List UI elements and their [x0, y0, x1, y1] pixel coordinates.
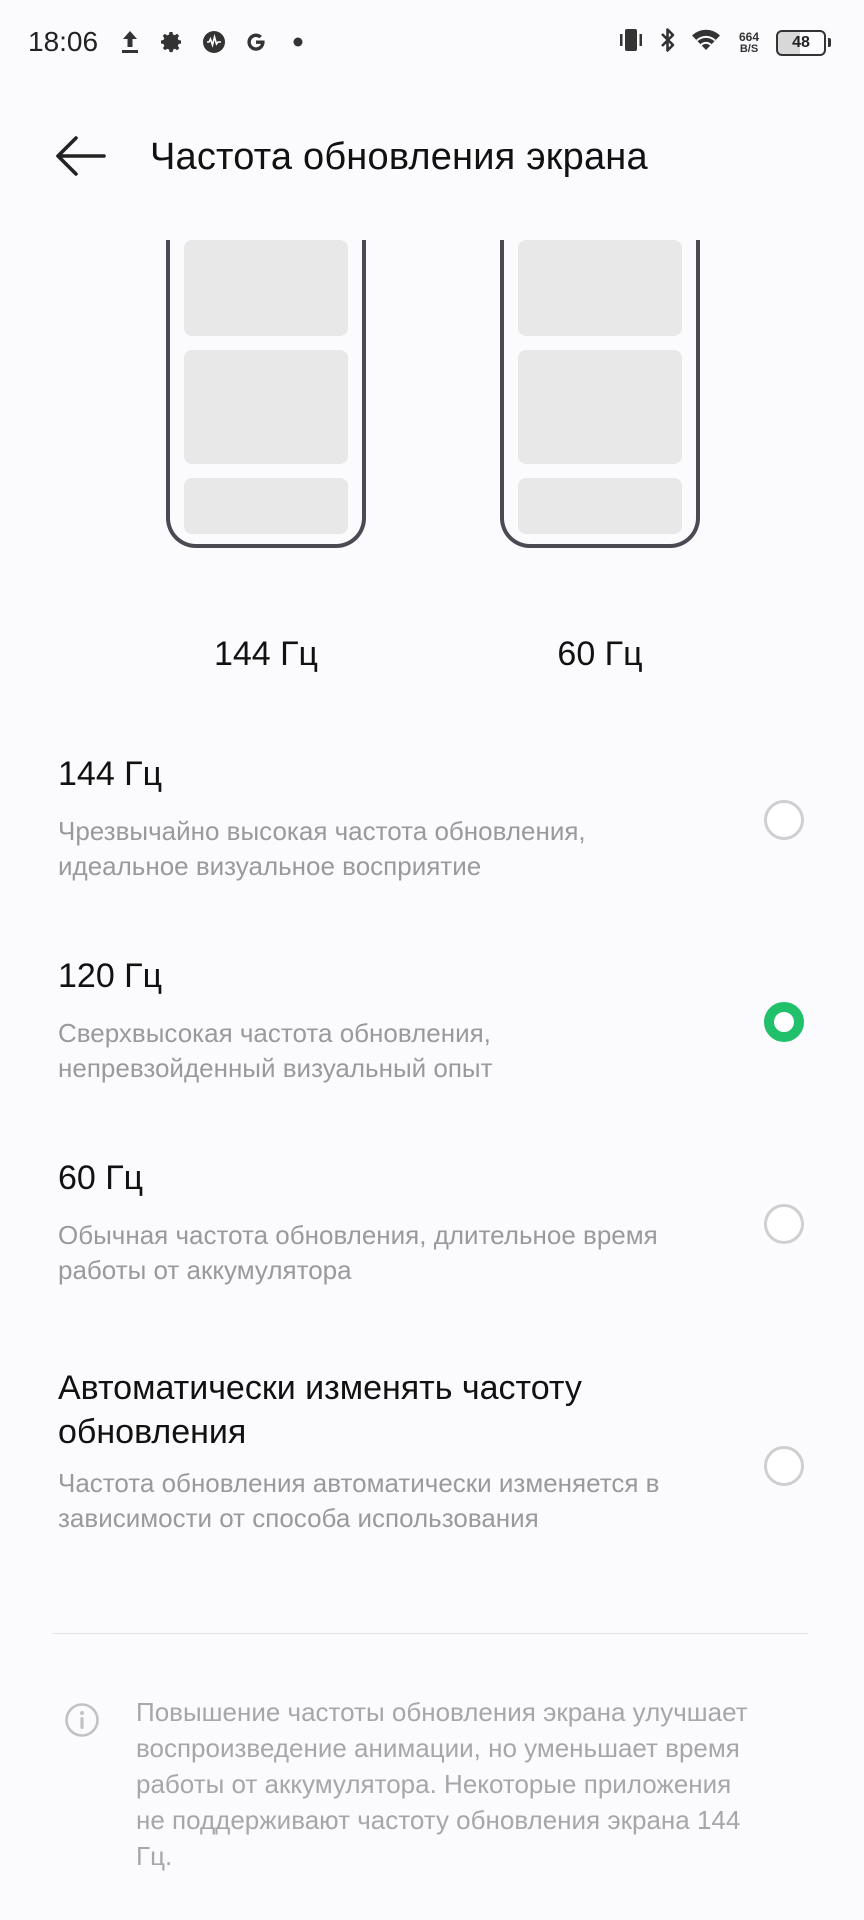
option-description: Частота обновления автоматически изменяе…	[58, 1468, 660, 1533]
google-icon	[242, 27, 270, 57]
app-bar: Частота обновления экрана	[0, 116, 864, 196]
radio-button[interactable]	[764, 1446, 804, 1486]
radio-button-selected[interactable]	[764, 1002, 804, 1042]
gear-icon	[158, 27, 186, 57]
battery-level: 48	[792, 33, 810, 51]
option-60hz[interactable]: 60 Гц Обычная частота обновления, длител…	[0, 1156, 864, 1306]
option-title: 120 Гц	[58, 957, 163, 995]
vibrate-icon	[616, 27, 646, 58]
status-time: 18:06	[28, 26, 99, 57]
network-speed: 664 B/S	[734, 31, 764, 55]
status-bar: 18:06 664 B/S 48	[0, 0, 864, 88]
podcast-icon	[200, 27, 228, 57]
page-title: Частота обновления экрана	[150, 136, 648, 178]
preview-card	[518, 478, 682, 534]
option-auto[interactable]: Автоматически изменять частоту обновлени…	[0, 1366, 864, 1566]
preview-card	[184, 350, 348, 464]
refresh-rate-preview: 144 Гц 60 Гц	[0, 240, 864, 680]
preview-card	[184, 478, 348, 534]
network-speed-value: 664	[738, 29, 760, 44]
option-description: Сверхвысокая частота обновления, непревз…	[58, 1018, 493, 1083]
preview-card	[184, 240, 348, 336]
preview-card	[518, 240, 682, 336]
refresh-rate-screen: 18:06 664 B/S 48 Частота обновления экра…	[0, 0, 864, 1920]
option-title: 144 Гц	[58, 755, 163, 793]
phone-preview-60	[500, 240, 700, 548]
network-speed-unit: B/S	[739, 42, 759, 55]
radio-button[interactable]	[764, 800, 804, 840]
option-120hz[interactable]: 120 Гц Сверхвысокая частота обновления, …	[0, 954, 864, 1104]
wifi-icon	[690, 27, 722, 58]
option-description: Обычная частота обновления, длительное в…	[58, 1220, 658, 1285]
preview-label-right: 60 Гц	[557, 635, 643, 673]
status-notification-icons	[116, 27, 312, 57]
divider	[52, 1633, 808, 1634]
arrow-left-icon	[56, 136, 106, 176]
bluetooth-icon	[658, 26, 678, 59]
preview-card	[518, 350, 682, 464]
back-button[interactable]	[52, 130, 108, 182]
info-icon	[64, 1702, 100, 1738]
status-system-icons: 664 B/S 48	[616, 26, 831, 59]
option-title: 60 Гц	[58, 1159, 144, 1197]
dot-icon	[284, 27, 312, 57]
preview-label-left: 144 Гц	[213, 635, 319, 673]
phone-preview-144	[166, 240, 366, 548]
upload-icon	[116, 27, 144, 57]
radio-button[interactable]	[764, 1204, 804, 1244]
option-144hz[interactable]: 144 Гц Чрезвычайно высокая частота обнов…	[0, 752, 864, 902]
option-title: Автоматически изменять частоту обновлени…	[58, 1369, 582, 1451]
option-description: Чрезвычайно высокая частота обновления, …	[58, 816, 586, 881]
note-text: Повышение частоты обновления экрана улуч…	[136, 1697, 748, 1871]
battery-icon: 48	[776, 29, 831, 56]
